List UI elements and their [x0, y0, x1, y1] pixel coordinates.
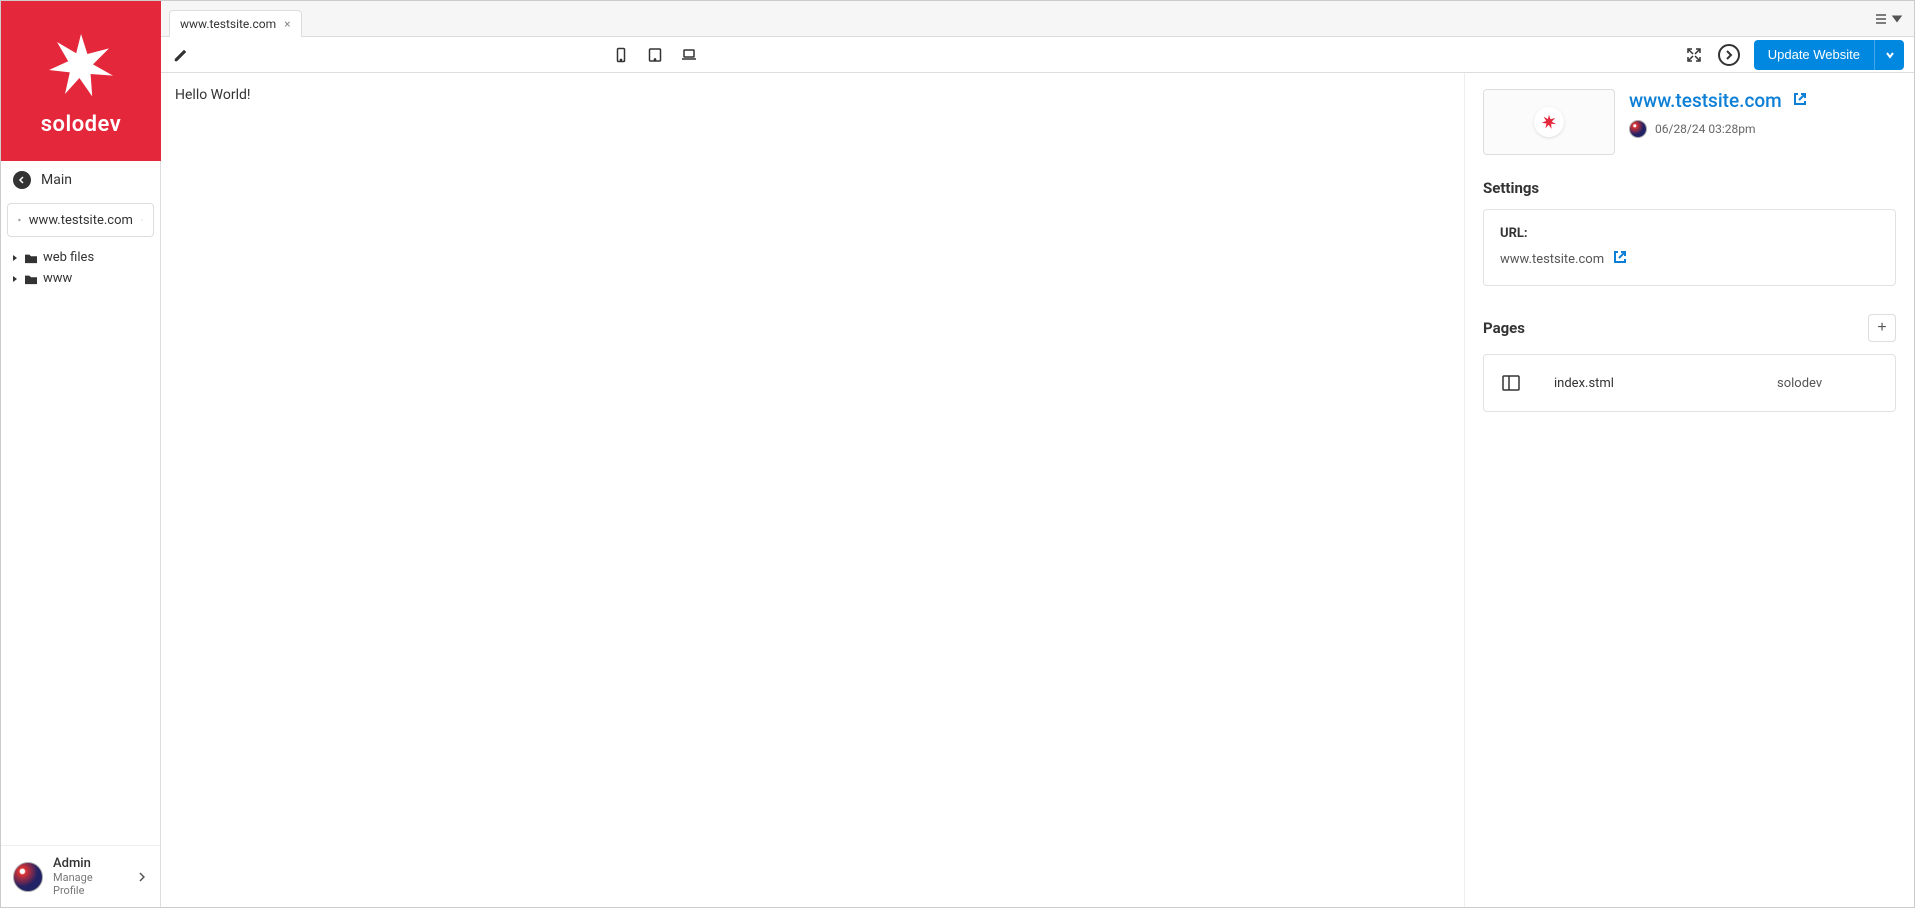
- viewport-mobile-button[interactable]: [611, 45, 631, 65]
- tab-bar: www.testsite.com ×: [161, 1, 1914, 37]
- page-name: index.stml: [1554, 376, 1777, 391]
- tree-item-web-files[interactable]: web files: [5, 247, 156, 268]
- tree-item-label: www: [43, 271, 72, 286]
- sidebar-main-link[interactable]: Main: [1, 161, 160, 199]
- app-root: solodev Main www.testsite.com web files: [0, 0, 1915, 908]
- tabbar-menu-button[interactable]: [1874, 12, 1904, 26]
- profile-link[interactable]: Admin Manage Profile: [1, 845, 160, 907]
- site-title[interactable]: www.testsite.com: [1629, 89, 1782, 112]
- url-label: URL:: [1500, 226, 1879, 241]
- preview-pane: Hello World!: [161, 73, 1464, 907]
- hamburger-icon: [1874, 12, 1888, 26]
- profile-subtitle: Manage Profile: [53, 871, 126, 897]
- site-selector-label: www.testsite.com: [29, 213, 133, 228]
- profile-text: Admin Manage Profile: [53, 856, 126, 897]
- folder-icon: [24, 252, 38, 264]
- chevron-right-icon: [136, 871, 148, 883]
- settings-card: URL: www.testsite.com: [1483, 209, 1896, 286]
- folder-icon: [24, 273, 38, 285]
- url-external-link-button[interactable]: [1612, 249, 1628, 269]
- viewport-desktop-button[interactable]: [679, 45, 699, 65]
- chevron-right-icon: [1724, 50, 1734, 60]
- expand-icon: [1686, 47, 1702, 63]
- tablet-icon: [647, 47, 663, 63]
- brand-logo[interactable]: solodev: [1, 1, 161, 161]
- details-panel: www.testsite.com 06/28/24 03:28pm Settin…: [1464, 73, 1914, 907]
- author-avatar: [1629, 120, 1647, 138]
- solodev-starburst-icon: [41, 26, 121, 106]
- pages-list: index.stml solodev: [1483, 354, 1896, 412]
- viewport-tablet-button[interactable]: [645, 45, 665, 65]
- sidebar: solodev Main www.testsite.com web files: [1, 1, 161, 907]
- caret-down-icon: [1890, 12, 1904, 26]
- page-layout-icon: [1502, 375, 1520, 391]
- workspace: Hello World! www.testsite.com: [161, 73, 1914, 907]
- page-row[interactable]: index.stml solodev: [1484, 355, 1895, 411]
- next-circle-button[interactable]: [1718, 44, 1740, 66]
- caret-right-icon: [11, 254, 19, 262]
- mini-logo-icon: [1534, 107, 1564, 137]
- add-page-button[interactable]: +: [1868, 314, 1896, 342]
- pages-heading: Pages: [1483, 319, 1525, 337]
- external-link-icon: [1612, 249, 1628, 265]
- url-value: www.testsite.com: [1500, 252, 1604, 267]
- external-link-icon: [1792, 91, 1808, 107]
- main-area: www.testsite.com ×: [161, 1, 1914, 907]
- site-thumbnail: [1483, 89, 1615, 155]
- globe-icon: [18, 212, 21, 228]
- settings-heading: Settings: [1483, 179, 1896, 197]
- fullscreen-button[interactable]: [1684, 45, 1704, 65]
- caret-right-icon: [11, 275, 19, 283]
- update-website-button[interactable]: Update Website: [1754, 40, 1904, 70]
- chevron-down-icon: [141, 214, 143, 226]
- pencil-icon: [173, 47, 189, 63]
- file-tree: web files www: [1, 241, 160, 295]
- update-button-dropdown[interactable]: [1874, 40, 1904, 70]
- modified-timestamp: 06/28/24 03:28pm: [1655, 122, 1756, 136]
- tree-item-www[interactable]: www: [5, 268, 156, 289]
- update-button-label: Update Website: [1754, 47, 1874, 62]
- sidebar-main-label: Main: [41, 172, 72, 188]
- tree-item-label: web files: [43, 250, 94, 265]
- back-circle-icon: [13, 171, 31, 189]
- brand-name: solodev: [41, 112, 122, 137]
- tab-testsite[interactable]: www.testsite.com ×: [169, 10, 302, 37]
- page-author: solodev: [1777, 376, 1877, 391]
- toolbar: Update Website: [161, 37, 1914, 73]
- site-selector[interactable]: www.testsite.com: [7, 203, 154, 237]
- tab-close-icon[interactable]: ×: [284, 17, 290, 31]
- edit-button[interactable]: [171, 45, 191, 65]
- laptop-icon: [681, 47, 697, 63]
- mobile-icon: [613, 47, 629, 63]
- pages-header: Pages +: [1483, 314, 1896, 342]
- chevron-down-icon: [1885, 50, 1895, 60]
- site-header: www.testsite.com 06/28/24 03:28pm: [1483, 89, 1896, 155]
- tab-label: www.testsite.com: [180, 17, 276, 31]
- avatar: [13, 862, 43, 892]
- profile-name: Admin: [53, 856, 126, 871]
- external-link-button[interactable]: [1792, 91, 1808, 111]
- preview-content: Hello World!: [175, 87, 251, 103]
